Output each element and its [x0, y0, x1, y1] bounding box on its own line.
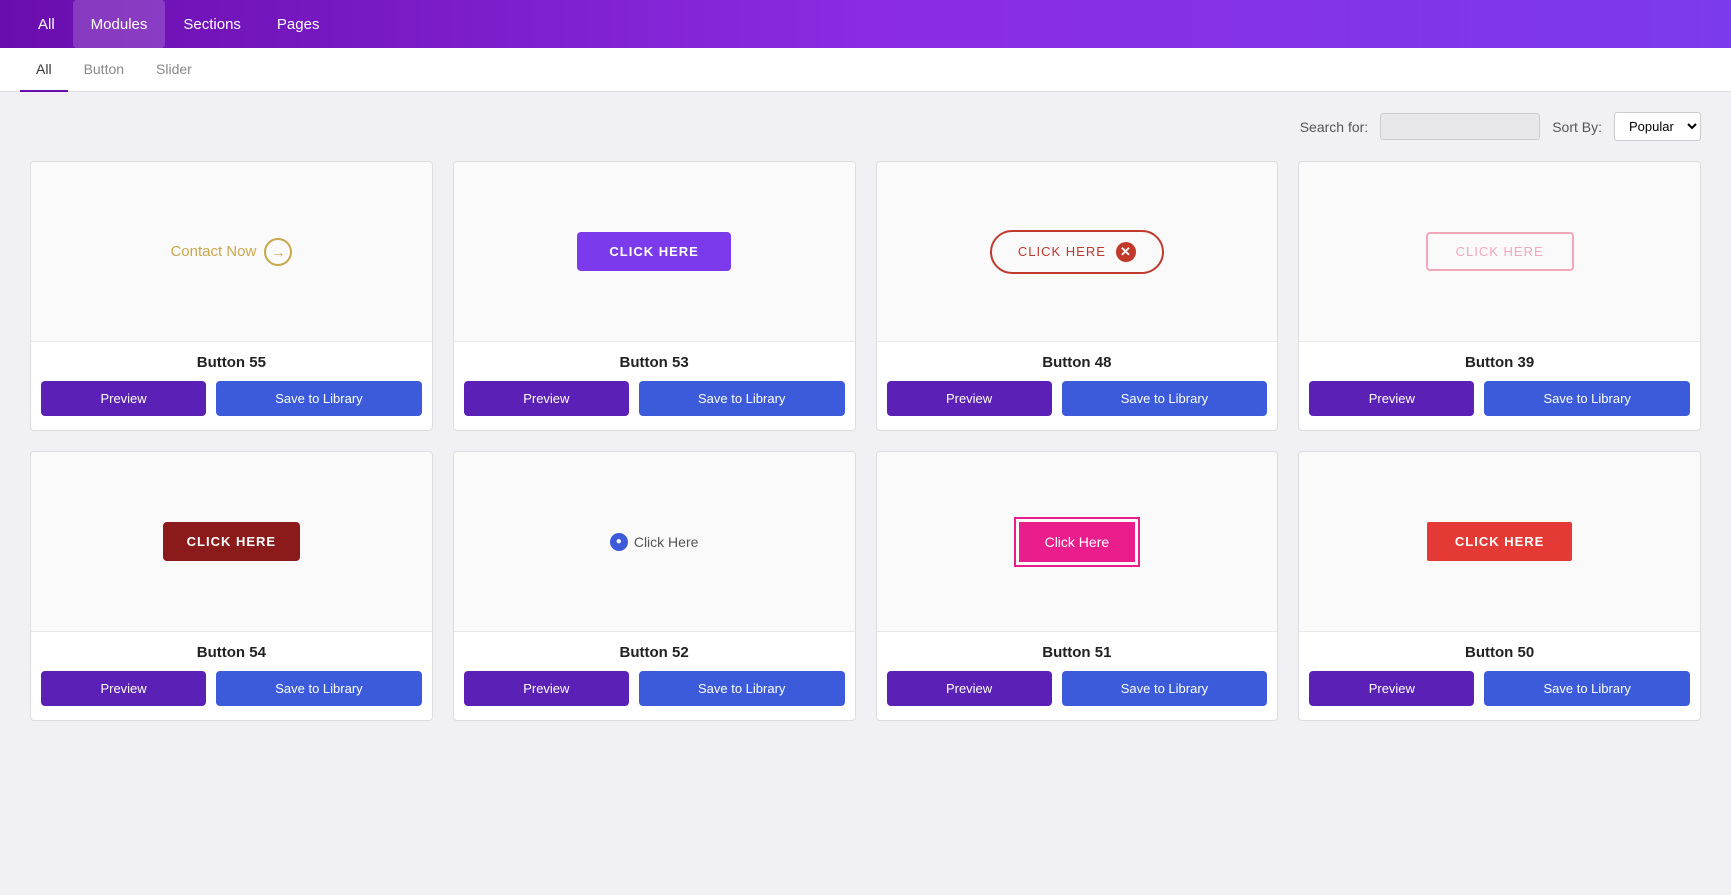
card-button52-title: Button 52 — [620, 644, 689, 661]
card-button55-footer: Button 55 Preview Save to Library — [31, 342, 432, 430]
card-button50-footer: Button 50 Preview Save to Library — [1299, 632, 1700, 720]
card-button39-title: Button 39 — [1465, 354, 1534, 371]
sub-nav-slider[interactable]: Slider — [140, 48, 208, 92]
preview-btn-48[interactable]: Preview — [887, 381, 1052, 416]
preview-button-53[interactable]: CLICK HERE — [577, 232, 730, 271]
btn55-label: Contact Now — [170, 243, 256, 260]
card-button54-preview: CLICK HERE — [31, 452, 432, 632]
btn48-dot: ✕ — [1116, 242, 1136, 262]
btn55-arrow: → — [264, 238, 292, 266]
nav-item-pages[interactable]: Pages — [259, 0, 338, 48]
save-btn-55[interactable]: Save to Library — [216, 381, 422, 416]
card-button51-preview: Click Here — [877, 452, 1278, 632]
preview-btn-39[interactable]: Preview — [1309, 381, 1474, 416]
card-button51-footer: Button 51 Preview Save to Library — [877, 632, 1278, 720]
save-btn-39[interactable]: Save to Library — [1484, 381, 1690, 416]
card-button55-preview: Contact Now → — [31, 162, 432, 342]
card-button50: CLICK HERE Button 50 Preview Save to Lib… — [1298, 451, 1701, 721]
card-button39-preview: CLICK HERE — [1299, 162, 1700, 342]
nav-item-sections[interactable]: Sections — [165, 0, 259, 48]
card-button51: Click Here Button 51 Preview Save to Lib… — [876, 451, 1279, 721]
card-button48-footer: Button 48 Preview Save to Library — [877, 342, 1278, 430]
preview-button-48[interactable]: CLICK HERE ✕ — [990, 230, 1164, 274]
btn52-label: Click Here — [634, 534, 699, 550]
card-button53-actions: Preview Save to Library — [464, 381, 845, 416]
toolbar: Search for: Sort By: Popular Newest Olde… — [0, 92, 1731, 151]
card-button53-preview: CLICK HERE — [454, 162, 855, 342]
card-button48: CLICK HERE ✕ Button 48 Preview Save to L… — [876, 161, 1279, 431]
save-btn-52[interactable]: Save to Library — [639, 671, 845, 706]
sub-nav-button[interactable]: Button — [68, 48, 140, 92]
preview-btn-55[interactable]: Preview — [41, 381, 206, 416]
card-button52-footer: Button 52 Preview Save to Library — [454, 632, 855, 720]
preview-btn-50[interactable]: Preview — [1309, 671, 1474, 706]
nav-item-modules[interactable]: Modules — [73, 0, 166, 48]
search-label: Search for: — [1300, 119, 1368, 135]
preview-btn-54[interactable]: Preview — [41, 671, 206, 706]
cards-grid: Contact Now → Button 55 Preview Save to … — [0, 151, 1731, 751]
preview-btn-53[interactable]: Preview — [464, 381, 629, 416]
preview-button-52[interactable]: ● Click Here — [610, 533, 699, 551]
preview-button-51[interactable]: Click Here — [1019, 522, 1136, 562]
card-button48-title: Button 48 — [1042, 354, 1111, 371]
card-button52: ● Click Here Button 52 Preview Save to L… — [453, 451, 856, 721]
card-button39-actions: Preview Save to Library — [1309, 381, 1690, 416]
card-button39: CLICK HERE Button 39 Preview Save to Lib… — [1298, 161, 1701, 431]
save-btn-50[interactable]: Save to Library — [1484, 671, 1690, 706]
sub-nav-all[interactable]: All — [20, 48, 68, 92]
card-button52-actions: Preview Save to Library — [464, 671, 845, 706]
preview-btn-52[interactable]: Preview — [464, 671, 629, 706]
card-button53-title: Button 53 — [620, 354, 689, 371]
card-button50-preview: CLICK HERE — [1299, 452, 1700, 632]
card-button39-footer: Button 39 Preview Save to Library — [1299, 342, 1700, 430]
card-button53: CLICK HERE Button 53 Preview Save to Lib… — [453, 161, 856, 431]
search-input[interactable] — [1380, 113, 1540, 140]
save-btn-54[interactable]: Save to Library — [216, 671, 422, 706]
sort-select[interactable]: Popular Newest Oldest — [1614, 112, 1701, 141]
preview-btn-51[interactable]: Preview — [887, 671, 1052, 706]
card-button50-actions: Preview Save to Library — [1309, 671, 1690, 706]
preview-button-54[interactable]: CLICK HERE — [163, 522, 300, 561]
card-button51-actions: Preview Save to Library — [887, 671, 1268, 706]
card-button52-preview: ● Click Here — [454, 452, 855, 632]
preview-button-39[interactable]: CLICK HERE — [1426, 232, 1574, 271]
save-btn-51[interactable]: Save to Library — [1062, 671, 1268, 706]
card-button53-footer: Button 53 Preview Save to Library — [454, 342, 855, 430]
save-btn-53[interactable]: Save to Library — [639, 381, 845, 416]
card-button50-title: Button 50 — [1465, 644, 1534, 661]
preview-button-50[interactable]: CLICK HERE — [1427, 522, 1572, 561]
card-button55-title: Button 55 — [197, 354, 266, 371]
card-button55-actions: Preview Save to Library — [41, 381, 422, 416]
preview-button-55[interactable]: Contact Now → — [170, 238, 292, 266]
save-btn-48[interactable]: Save to Library — [1062, 381, 1268, 416]
btn48-label: CLICK HERE — [1018, 244, 1106, 259]
nav-item-all[interactable]: All — [20, 0, 73, 48]
card-button55: Contact Now → Button 55 Preview Save to … — [30, 161, 433, 431]
card-button54-actions: Preview Save to Library — [41, 671, 422, 706]
card-button48-preview: CLICK HERE ✕ — [877, 162, 1278, 342]
btn52-icon: ● — [610, 533, 628, 551]
card-button51-title: Button 51 — [1042, 644, 1111, 661]
sub-navigation: All Button Slider — [0, 48, 1731, 92]
sort-label: Sort By: — [1552, 119, 1602, 135]
card-button54: CLICK HERE Button 54 Preview Save to Lib… — [30, 451, 433, 721]
card-button54-title: Button 54 — [197, 644, 266, 661]
top-navigation: All Modules Sections Pages — [0, 0, 1731, 48]
card-button54-footer: Button 54 Preview Save to Library — [31, 632, 432, 720]
card-button48-actions: Preview Save to Library — [887, 381, 1268, 416]
